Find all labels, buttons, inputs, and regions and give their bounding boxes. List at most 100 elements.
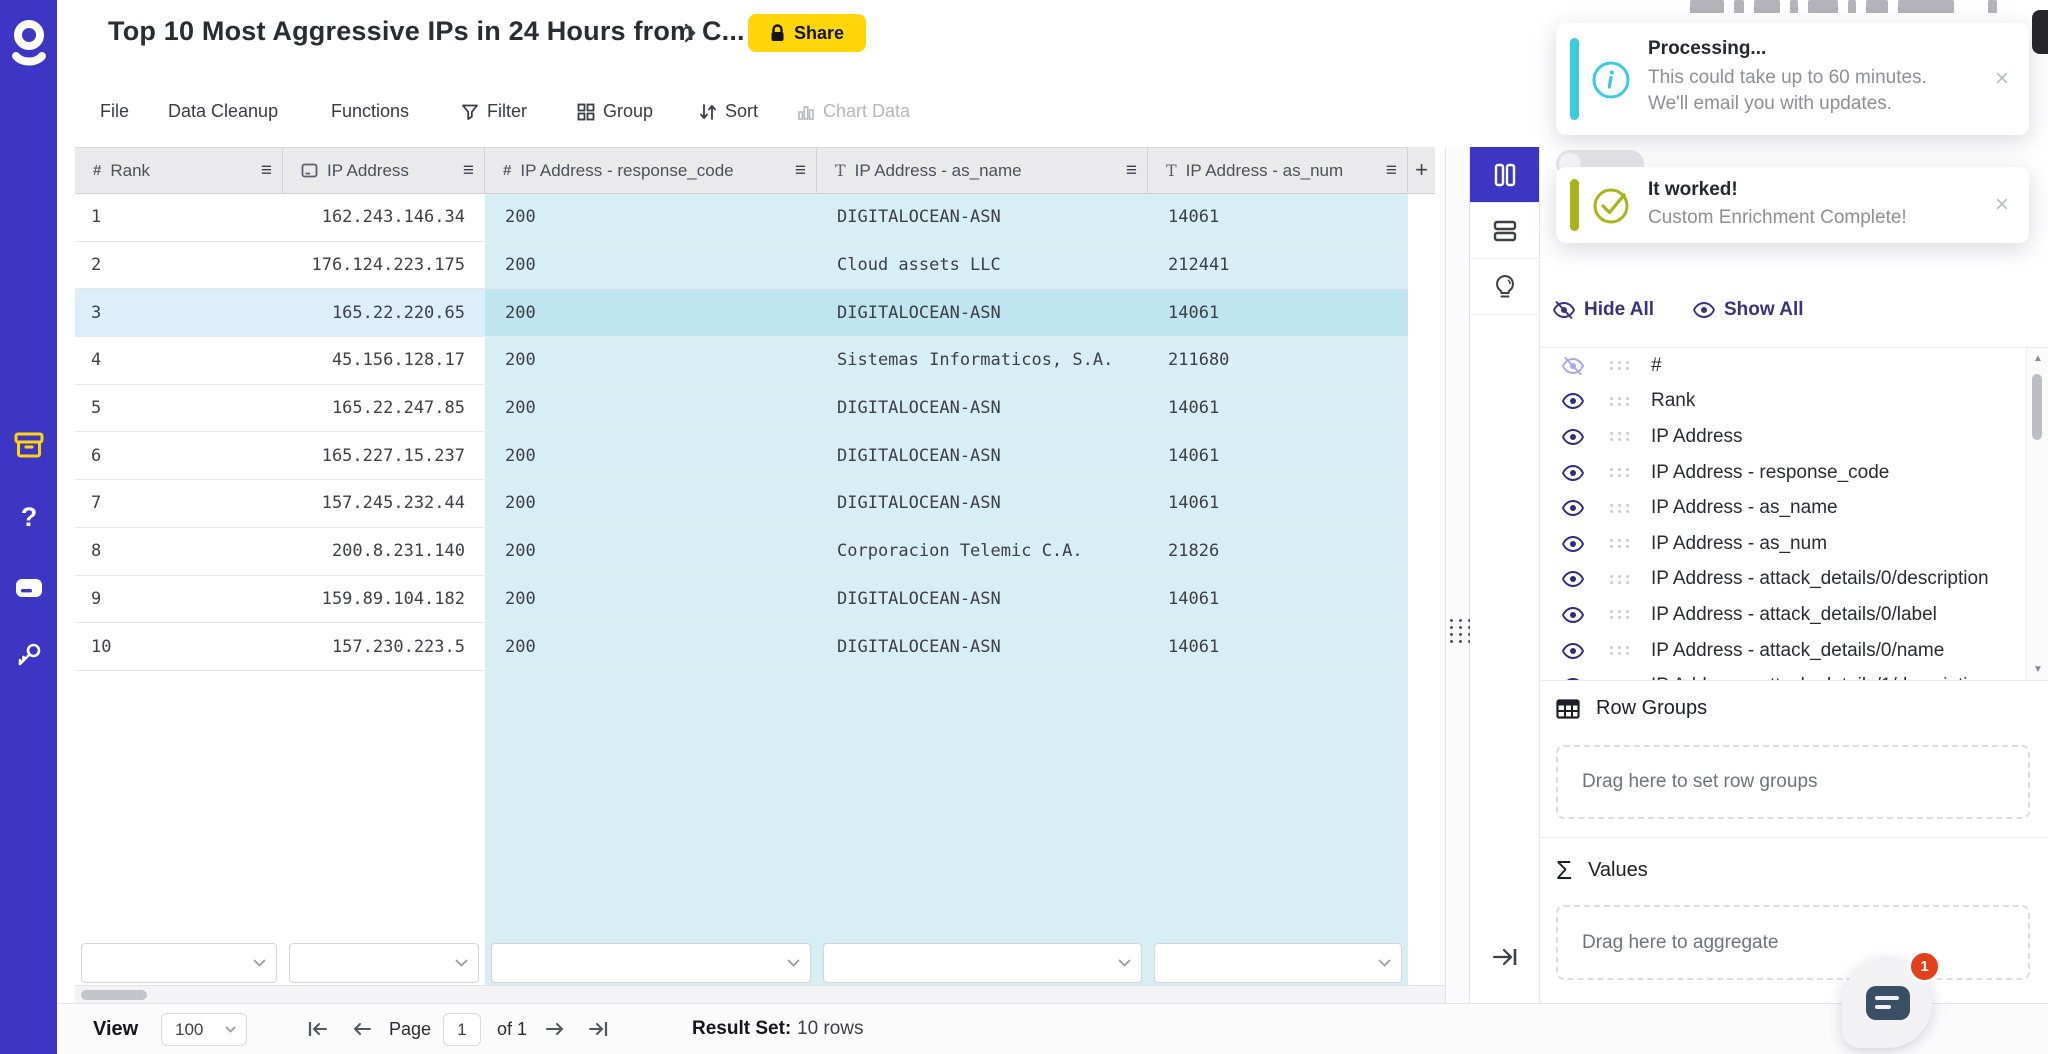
menu-item-filter[interactable]: Filter xyxy=(461,88,527,135)
drag-handle-icon[interactable] xyxy=(1610,504,1631,513)
column-list-item[interactable]: IP Address - attack_details/1/descriptio… xyxy=(1540,668,2026,680)
eye-off-icon[interactable] xyxy=(1560,356,1586,376)
eye-icon[interactable] xyxy=(1560,463,1586,483)
column-menu-icon[interactable]: ≡ xyxy=(261,161,272,180)
menu-item-file[interactable]: File xyxy=(100,88,129,135)
cell: 165.22.220.65 xyxy=(283,289,485,336)
close-icon[interactable]: × xyxy=(1995,67,2009,91)
archive-icon[interactable] xyxy=(14,430,44,460)
cell: 212441 xyxy=(1148,242,1408,289)
column-header-2[interactable]: #IP Address - response_code≡ xyxy=(485,148,817,193)
next-page-button[interactable] xyxy=(545,1004,565,1054)
panel-resizer[interactable] xyxy=(1445,147,1470,1003)
chevron-down-icon xyxy=(225,1026,236,1033)
hide-all-button[interactable]: Hide All xyxy=(1552,299,1654,321)
column-filter-select[interactable] xyxy=(81,943,277,983)
collapse-panel-button[interactable] xyxy=(1470,937,1539,977)
drag-handle-icon[interactable] xyxy=(1610,397,1631,406)
column-menu-icon[interactable]: ≡ xyxy=(463,161,474,180)
drag-handle-icon[interactable] xyxy=(1610,361,1631,370)
table-row[interactable]: 9159.89.104.182200DIGITALOCEAN-ASN14061 xyxy=(75,576,1408,624)
table-row[interactable]: 8200.8.231.140200Corporacion Telemic C.A… xyxy=(75,528,1408,576)
eye-icon[interactable] xyxy=(1560,427,1586,447)
drag-handle-icon[interactable] xyxy=(1610,539,1631,548)
menu-item-group[interactable]: Group xyxy=(577,88,653,135)
column-list-item[interactable]: IP Address - as_num xyxy=(1540,526,2026,562)
column-filter-select[interactable] xyxy=(823,943,1142,983)
table-row[interactable]: 445.156.128.17200Sistemas Informaticos, … xyxy=(75,337,1408,385)
page-size-select[interactable]: 100 xyxy=(161,1013,247,1046)
column-menu-icon[interactable]: ≡ xyxy=(795,161,806,180)
horizontal-scrollbar[interactable] xyxy=(75,985,1445,1003)
gigasheet-logo-icon[interactable] xyxy=(10,18,48,70)
column-list-item[interactable]: IP Address xyxy=(1540,419,2026,455)
page-size-value: 100 xyxy=(175,1020,203,1040)
scroll-up-icon[interactable]: ▲ xyxy=(2033,353,2043,364)
column-list-item[interactable]: Rank xyxy=(1540,384,2026,420)
hscroll-thumb[interactable] xyxy=(81,990,147,1000)
divider xyxy=(1540,680,2048,681)
share-button[interactable]: Share xyxy=(748,14,866,52)
page-number-input[interactable] xyxy=(443,1013,481,1046)
show-all-button[interactable]: Show All xyxy=(1692,299,1804,321)
add-column-button[interactable]: + xyxy=(1408,147,1435,194)
table-row[interactable]: 2176.124.223.175200Cloud assets LLC21244… xyxy=(75,242,1408,290)
first-page-button[interactable] xyxy=(307,1004,329,1054)
column-header-1[interactable]: IP Address≡ xyxy=(283,148,485,193)
drag-handle-icon[interactable] xyxy=(1610,432,1631,441)
menu-item-data-cleanup[interactable]: Data Cleanup xyxy=(168,88,278,135)
tab-columns[interactable] xyxy=(1470,147,1539,203)
of-label: of 1 xyxy=(497,1004,527,1054)
column-header-3[interactable]: TIP Address - as_name≡ xyxy=(817,148,1148,193)
vscroll-thumb[interactable] xyxy=(2032,374,2042,440)
table-row[interactable]: 6165.227.15.237200DIGITALOCEAN-ASN14061 xyxy=(75,432,1408,480)
menu-item-functions[interactable]: Functions xyxy=(331,88,409,135)
tab-rows[interactable] xyxy=(1470,203,1539,259)
eye-icon[interactable] xyxy=(1560,391,1586,411)
column-filter-select[interactable] xyxy=(289,943,479,983)
column-filter-select[interactable] xyxy=(1154,943,1402,983)
menu-item-sort[interactable]: Sort xyxy=(699,88,758,135)
column-menu-icon[interactable]: ≡ xyxy=(1126,161,1137,180)
chevron-down-icon xyxy=(1378,959,1391,967)
panel-vertical-scrollbar[interactable]: ▲ ▼ xyxy=(2026,348,2048,680)
eye-icon[interactable] xyxy=(1560,641,1586,661)
table-row[interactable]: 3165.22.220.65200DIGITALOCEAN-ASN14061 xyxy=(75,289,1408,337)
row-groups-dropzone[interactable]: Drag here to set row groups xyxy=(1556,745,2030,819)
close-icon[interactable]: × xyxy=(1995,193,2009,217)
eye-icon[interactable] xyxy=(1560,498,1586,518)
column-list-item[interactable]: # xyxy=(1540,348,2026,384)
tab-ideas[interactable] xyxy=(1470,259,1539,315)
column-list-item[interactable]: IP Address - attack_details/0/label xyxy=(1540,597,2026,633)
key-icon[interactable] xyxy=(14,640,44,670)
values-dropzone[interactable]: Drag here to aggregate xyxy=(1556,905,2030,980)
eye-icon[interactable] xyxy=(1560,605,1586,625)
drag-handle-icon[interactable] xyxy=(1610,646,1631,655)
table-row[interactable]: 10157.230.223.5200DIGITALOCEAN-ASN14061 xyxy=(75,623,1408,671)
column-list-item[interactable]: IP Address - as_name xyxy=(1540,490,2026,526)
column-filter-select[interactable] xyxy=(491,943,811,983)
column-header-4[interactable]: TIP Address - as_num≡ xyxy=(1148,148,1408,193)
prev-page-button[interactable] xyxy=(352,1004,372,1054)
column-list-item[interactable]: IP Address - attack_details/0/descriptio… xyxy=(1540,562,2026,598)
drag-handle-icon[interactable] xyxy=(1610,575,1631,584)
column-header-0[interactable]: #Rank≡ xyxy=(75,148,283,193)
cell: 159.89.104.182 xyxy=(283,576,485,623)
column-list-item[interactable]: IP Address - attack_details/0/name xyxy=(1540,633,2026,669)
row-groups-placeholder: Drag here to set row groups xyxy=(1582,771,1818,793)
drag-handle-icon[interactable] xyxy=(1610,610,1631,619)
scroll-down-icon[interactable]: ▼ xyxy=(2033,664,2043,675)
column-list-item[interactable]: IP Address - response_code xyxy=(1540,455,2026,491)
table-row[interactable]: 5165.22.247.85200DIGITALOCEAN-ASN14061 xyxy=(75,385,1408,433)
help-icon[interactable]: ? xyxy=(14,502,44,532)
column-menu-icon[interactable]: ≡ xyxy=(1386,161,1397,180)
drag-handle-icon[interactable] xyxy=(1610,468,1631,477)
table-row[interactable]: 7157.245.232.44200DIGITALOCEAN-ASN14061 xyxy=(75,480,1408,528)
toast-processing: Processing... This could take up to 60 m… xyxy=(1556,23,2029,135)
title-chevron-icon[interactable] xyxy=(683,22,697,44)
eye-icon[interactable] xyxy=(1560,534,1586,554)
eye-icon[interactable] xyxy=(1560,569,1586,589)
last-page-button[interactable] xyxy=(587,1004,609,1054)
chat-sidebar-icon[interactable] xyxy=(14,574,44,604)
table-row[interactable]: 1162.243.146.34200DIGITALOCEAN-ASN14061 xyxy=(75,194,1408,242)
